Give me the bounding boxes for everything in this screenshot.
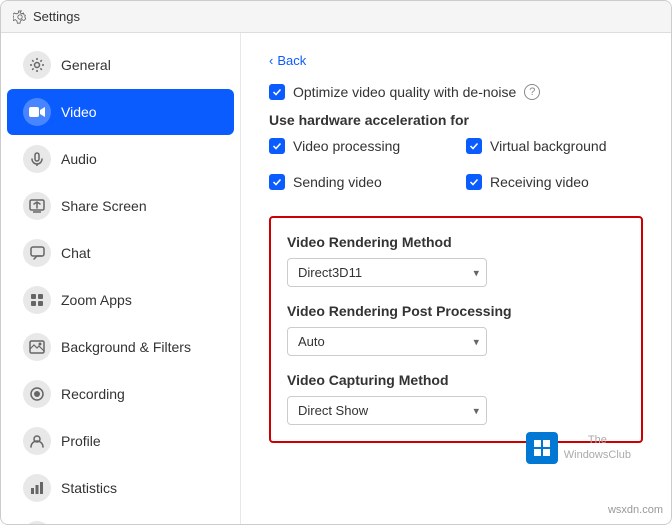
capturing-method-select[interactable]: Direct Show Windows Image Acquisition Au… xyxy=(287,396,487,425)
sidebar-label-background: Background & Filters xyxy=(61,339,191,355)
settings-icon xyxy=(13,10,27,24)
sidebar-label-chat: Chat xyxy=(61,245,91,261)
sidebar-item-general[interactable]: General xyxy=(7,42,234,88)
watermark-line1: The xyxy=(564,433,631,448)
rendering-method-select-wrapper: Direct3D11 Direct3D9 OpenGL Auto ▾ xyxy=(287,258,487,287)
hw-accel-grid: Video processing Virtual background Send… xyxy=(269,138,643,202)
watermark-text: The WindowsClub xyxy=(564,433,631,464)
rendering-post-select[interactable]: Auto None Enhanced xyxy=(287,327,487,356)
settings-window: Settings General xyxy=(0,0,672,525)
optimize-row: Optimize video quality with de-noise ? xyxy=(269,84,643,100)
hw-sending-video: Sending video xyxy=(269,174,446,190)
sidebar-item-recording[interactable]: Recording xyxy=(7,371,234,417)
capturing-method-section: Video Capturing Method Direct Show Windo… xyxy=(287,372,625,425)
hw-receiving-video: Receiving video xyxy=(466,174,643,190)
sidebar-label-recording: Recording xyxy=(61,386,125,402)
rendering-post-section: Video Rendering Post Processing Auto Non… xyxy=(287,303,625,356)
back-label: Back xyxy=(277,53,306,68)
sidebar-item-video[interactable]: Video xyxy=(7,89,234,135)
optimize-label: Optimize video quality with de-noise xyxy=(293,84,516,100)
profile-icon xyxy=(23,427,51,455)
watermark-logo xyxy=(526,432,558,464)
virtual-bg-label: Virtual background xyxy=(490,138,606,154)
sidebar-item-share-screen[interactable]: Share Screen xyxy=(7,183,234,229)
capturing-method-select-wrapper: Direct Show Windows Image Acquisition Au… xyxy=(287,396,487,425)
hw-video-processing: Video processing xyxy=(269,138,446,154)
capturing-method-title: Video Capturing Method xyxy=(287,372,625,388)
rendering-post-select-wrapper: Auto None Enhanced ▾ xyxy=(287,327,487,356)
sidebar-item-statistics[interactable]: Statistics xyxy=(7,465,234,511)
sidebar-label-zoom-apps: Zoom Apps xyxy=(61,292,132,308)
rendering-method-title: Video Rendering Method xyxy=(287,234,625,250)
titlebar: Settings xyxy=(1,1,671,33)
sidebar-item-background[interactable]: Background & Filters xyxy=(7,324,234,370)
back-link[interactable]: ‹ Back xyxy=(269,53,643,68)
optimize-checkbox[interactable] xyxy=(269,84,285,100)
sidebar-label-general: General xyxy=(61,57,111,73)
watermark-line2: WindowsClub xyxy=(564,448,631,463)
hw-accel-label: Use hardware acceleration for xyxy=(269,112,643,128)
background-icon xyxy=(23,333,51,361)
sidebar-item-chat[interactable]: Chat xyxy=(7,230,234,276)
sidebar-item-zoom-apps[interactable]: Zoom Apps xyxy=(7,277,234,323)
zoom-apps-icon xyxy=(23,286,51,314)
rendering-method-select[interactable]: Direct3D11 Direct3D9 OpenGL Auto xyxy=(287,258,487,287)
main-panel: ‹ Back Optimize video quality with de-no… xyxy=(241,33,671,524)
recording-icon xyxy=(23,380,51,408)
video-processing-label: Video processing xyxy=(293,138,400,154)
sending-video-checkbox[interactable] xyxy=(269,174,285,190)
rendering-post-title: Video Rendering Post Processing xyxy=(287,303,625,319)
sending-video-label: Sending video xyxy=(293,174,382,190)
sidebar: General Video xyxy=(1,33,241,524)
sidebar-item-profile[interactable]: Profile xyxy=(7,418,234,464)
sidebar-item-audio[interactable]: Audio xyxy=(7,136,234,182)
virtual-bg-checkbox[interactable] xyxy=(466,138,482,154)
chat-icon xyxy=(23,239,51,267)
sidebar-item-keyboard[interactable]: Keyboard Shortcuts xyxy=(7,512,234,524)
statistics-icon xyxy=(23,474,51,502)
rendering-method-section: Video Rendering Method Direct3D11 Direct… xyxy=(287,234,625,287)
back-chevron-icon: ‹ xyxy=(269,53,273,68)
audio-icon xyxy=(23,145,51,173)
hw-virtual-bg: Virtual background xyxy=(466,138,643,154)
sidebar-label-profile: Profile xyxy=(61,433,101,449)
rendering-options-box: Video Rendering Method Direct3D11 Direct… xyxy=(269,216,643,443)
info-icon[interactable]: ? xyxy=(524,84,540,100)
video-icon xyxy=(23,98,51,126)
sidebar-label-video: Video xyxy=(61,104,97,120)
receiving-video-label: Receiving video xyxy=(490,174,589,190)
video-processing-checkbox[interactable] xyxy=(269,138,285,154)
general-icon xyxy=(23,51,51,79)
main-content: General Video xyxy=(1,33,671,524)
keyboard-icon xyxy=(23,521,51,524)
sidebar-label-share-screen: Share Screen xyxy=(61,198,147,214)
titlebar-title: Settings xyxy=(33,9,80,24)
wsxdn-label: wsxdn.com xyxy=(608,504,663,516)
receiving-video-checkbox[interactable] xyxy=(466,174,482,190)
watermark: The WindowsClub xyxy=(526,432,631,464)
sidebar-label-statistics: Statistics xyxy=(61,480,117,496)
sidebar-label-audio: Audio xyxy=(61,151,97,167)
share-screen-icon xyxy=(23,192,51,220)
